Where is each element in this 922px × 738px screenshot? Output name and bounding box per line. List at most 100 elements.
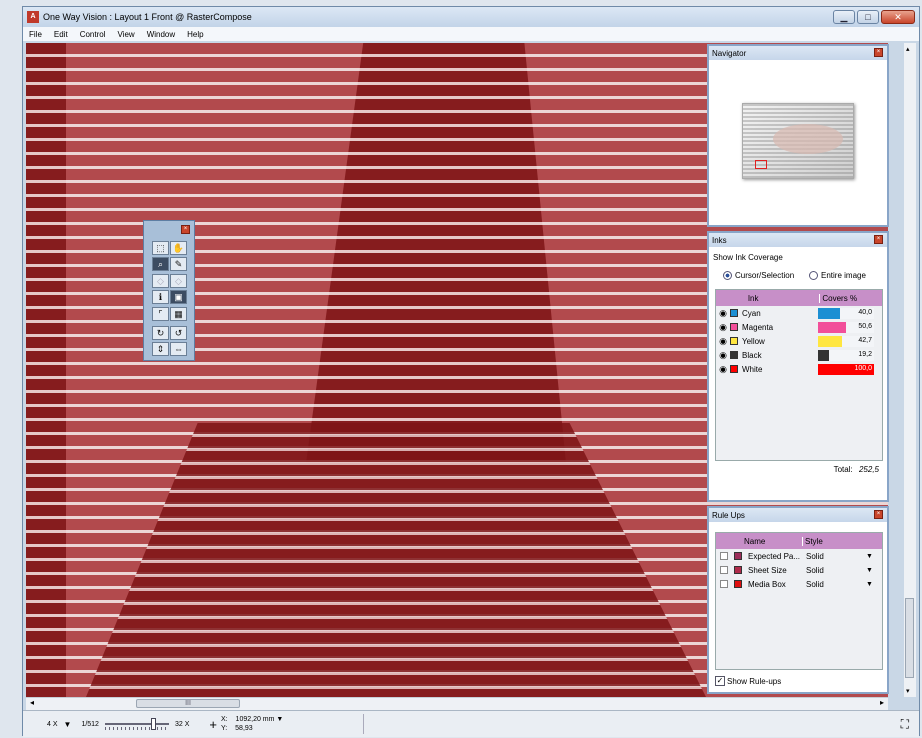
horizontal-scrollbar[interactable]: ◂ III ▸: [26, 697, 888, 710]
ruleup-style[interactable]: Solid: [806, 580, 866, 589]
menu-edit[interactable]: Edit: [48, 30, 74, 39]
radio-selected-icon[interactable]: [723, 271, 732, 280]
col-style[interactable]: Style: [802, 536, 875, 546]
ink-coverage-label: Show Ink Coverage: [713, 253, 783, 262]
vertical-scrollbar[interactable]: ▴ ▾: [904, 43, 916, 697]
style-dropdown-icon[interactable]: ▼: [866, 553, 873, 560]
ruleup-swatch: [734, 552, 742, 560]
eye-icon[interactable]: ◉: [716, 350, 730, 361]
arrow-right-tool-icon[interactable]: ◇: [170, 274, 187, 288]
ruleup-checkbox[interactable]: [720, 552, 728, 560]
ink-swatch: [730, 337, 738, 345]
ruleup-style[interactable]: Solid: [806, 552, 866, 561]
coverage-bar: 42,7: [818, 335, 874, 347]
x-label: X:: [220, 716, 228, 723]
rotate-cw-tool-icon[interactable]: ↻: [152, 326, 169, 340]
navigator-thumbnail[interactable]: [742, 103, 854, 179]
corner-tool-icon[interactable]: ⌜: [152, 307, 169, 321]
checkbox-checked-icon[interactable]: ✓: [715, 676, 725, 686]
x-value: 1092,20 mm: [235, 716, 275, 723]
horizontal-scroll-thumb[interactable]: III: [136, 699, 240, 708]
zoom-slider[interactable]: [104, 717, 169, 731]
rotate-ccw-tool-icon[interactable]: ↺: [170, 326, 187, 340]
unit-dropdown-icon[interactable]: ▼: [276, 716, 283, 723]
menu-bar: File Edit Control View Window Help: [23, 27, 919, 41]
style-dropdown-icon[interactable]: ▼: [866, 567, 873, 574]
hand-tool-icon[interactable]: ✋: [170, 241, 187, 255]
show-ruleups-label: Show Rule-ups: [727, 676, 782, 686]
scroll-right-icon[interactable]: ▸: [880, 698, 884, 707]
radio-unselected-icon[interactable]: [809, 271, 818, 280]
navigator-close-icon[interactable]: ×: [874, 48, 883, 57]
ruleup-row[interactable]: Sheet Size Solid ▼: [716, 563, 882, 577]
scroll-up-icon[interactable]: ▴: [906, 45, 910, 53]
info-tool-icon[interactable]: ℹ: [152, 290, 169, 304]
scroll-down-icon[interactable]: ▾: [906, 687, 910, 695]
zoom-tool-icon[interactable]: ⌕: [152, 257, 169, 271]
coverage-fill: [818, 307, 841, 319]
ink-row[interactable]: ◉ Yellow 42,7: [716, 334, 882, 348]
ink-row[interactable]: ◉ Cyan 40,0: [716, 306, 882, 320]
fit-screen-icon[interactable]: ⛶: [901, 717, 909, 732]
ruleup-style[interactable]: Solid: [806, 566, 866, 575]
menu-control[interactable]: Control: [74, 30, 112, 39]
vertical-scroll-thumb[interactable]: [905, 598, 914, 678]
menu-help[interactable]: Help: [181, 30, 209, 39]
tool-palette: × ⬚ ✋ ⌕ ✎ ◇ ◇ ℹ ▣ ⌜ ▦ ↻ ↺ ⇕ ⇔: [143, 220, 195, 361]
zoom-dropdown-icon[interactable]: ▼: [64, 720, 72, 729]
ruleups-close-icon[interactable]: ×: [874, 510, 883, 519]
ink-row[interactable]: ◉ Black 19,2: [716, 348, 882, 362]
coverage-value: 100,0: [854, 364, 872, 372]
ruleups-header: Rule Ups ×: [709, 508, 887, 522]
scroll-grip: III: [185, 700, 191, 707]
option-label: Entire image: [821, 271, 866, 280]
col-name[interactable]: Name: [744, 537, 802, 546]
scroll-left-icon[interactable]: ◂: [30, 698, 34, 707]
marquee-tool-icon[interactable]: ⬚: [152, 241, 169, 255]
minimize-button[interactable]: ▁: [833, 10, 855, 24]
total-value: 252,5: [858, 465, 879, 474]
style-dropdown-icon[interactable]: ▼: [866, 581, 873, 588]
ruleup-swatch: [734, 566, 742, 574]
inks-title: Inks: [712, 235, 727, 245]
frame-tool-icon[interactable]: ▣: [170, 290, 187, 304]
window-title: One Way Vision : Layout 1 Front @ Raster…: [43, 12, 252, 22]
measure-tool-icon[interactable]: ✎: [170, 257, 187, 271]
close-button[interactable]: ✕: [881, 10, 915, 24]
option-entire-image[interactable]: Entire image: [809, 271, 866, 280]
navigator-view-rect[interactable]: [755, 160, 767, 169]
menu-view[interactable]: View: [111, 30, 140, 39]
menu-file[interactable]: File: [23, 30, 48, 39]
ruleups-panel: Rule Ups × Name Style Expected Pa... Soli…: [707, 506, 889, 694]
ruleups-title: Rule Ups: [712, 510, 745, 520]
arrow-left-tool-icon[interactable]: ◇: [152, 274, 169, 288]
ink-name: Magenta: [742, 322, 774, 332]
zoom-slider-handle[interactable]: [150, 718, 156, 730]
option-label: Cursor/Selection: [735, 271, 795, 280]
option-cursor-selection[interactable]: Cursor/Selection: [723, 271, 794, 280]
status-divider: [363, 714, 365, 734]
ruleup-row[interactable]: Expected Pa... Solid ▼: [716, 549, 882, 563]
ruleup-row[interactable]: Media Box Solid ▼: [716, 577, 882, 591]
eye-icon[interactable]: ◉: [716, 322, 730, 333]
ink-row[interactable]: ◉ White 100,0: [716, 362, 882, 376]
col-covers[interactable]: Covers %: [819, 293, 882, 303]
ruleup-checkbox[interactable]: [720, 566, 728, 574]
grid-tool-icon[interactable]: ▦: [170, 307, 187, 321]
eye-icon[interactable]: ◉: [716, 336, 730, 347]
eye-icon[interactable]: ◉: [716, 364, 730, 375]
flip-horizontal-tool-icon[interactable]: ⇔: [170, 342, 187, 356]
ruleup-checkbox[interactable]: [720, 580, 728, 588]
col-ink[interactable]: Ink: [748, 294, 820, 303]
ink-row[interactable]: ◉ Magenta 50,6: [716, 320, 882, 334]
maximize-button[interactable]: □: [857, 10, 879, 24]
ink-name: Black: [742, 350, 762, 360]
crosshair-icon: +: [209, 716, 217, 732]
eye-icon[interactable]: ◉: [716, 308, 730, 319]
tool-palette-close-icon[interactable]: ×: [181, 225, 190, 234]
flip-vertical-tool-icon[interactable]: ⇕: [152, 342, 169, 356]
menu-window[interactable]: Window: [141, 30, 181, 39]
zoom-level: 4 X: [47, 720, 58, 728]
inks-close-icon[interactable]: ×: [874, 235, 883, 244]
show-ruleups-toggle[interactable]: ✓ Show Rule-ups: [715, 676, 781, 686]
